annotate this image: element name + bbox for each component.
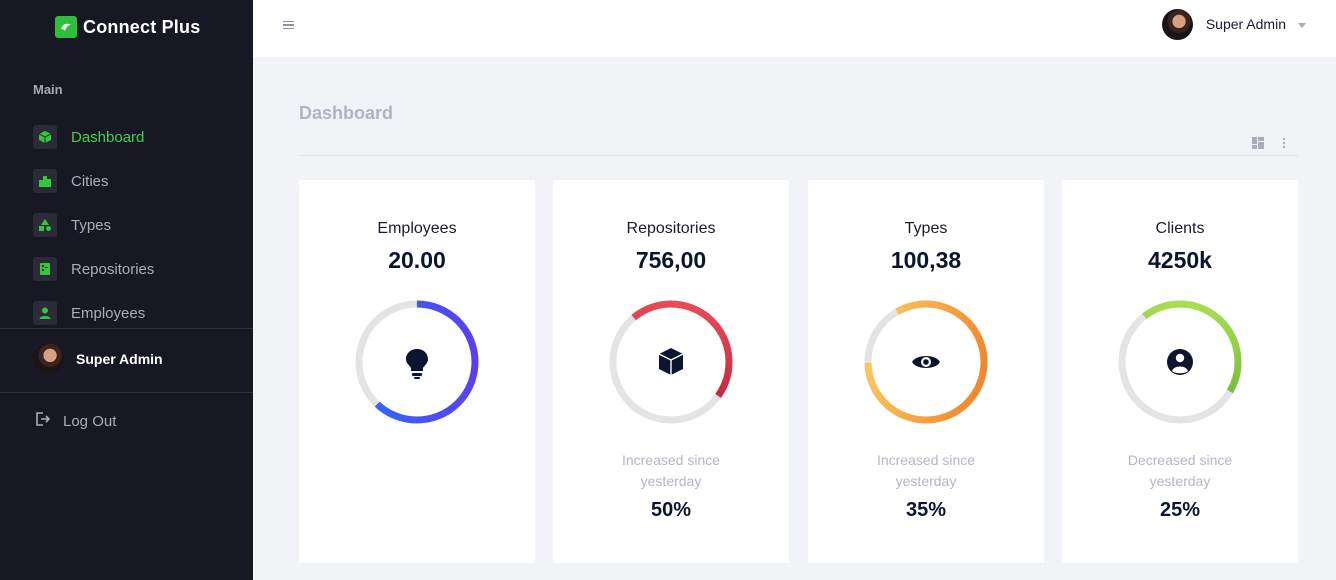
leaf-icon [55,16,77,38]
avatar [1161,8,1193,40]
stat-card-employees: Employees 20.00 [299,180,535,563]
sidebar-item-dashboard[interactable]: Dashboard [33,115,243,159]
user-name: Super Admin [1205,16,1286,32]
card-title: Repositories [626,220,716,237]
sidebar-item-types[interactable]: Types [33,203,243,247]
progress-ring [1118,300,1242,424]
logout-label: Log Out [63,413,117,430]
stat-card-clients: Clients 4250k Decreased since yesterday … [1062,180,1298,563]
city-icon [33,169,57,193]
section-label: Main [33,82,63,97]
user-icon [33,301,57,325]
dashboard-layout-icon[interactable] [1252,136,1264,154]
card-percent: 35% [905,499,947,521]
logout-icon [33,410,51,433]
eye-icon [912,356,940,368]
card-value: 4250k [1148,247,1212,273]
card-percent: 25% [1159,499,1201,521]
stats-cards: Employees 20.00 Repositories 756,00 Incr… [299,180,1298,563]
topbar: Super Admin [253,0,1336,57]
sidebar-nav: Dashboard Cities Types Repositories Empl… [33,115,243,335]
sidebar-divider [0,328,253,329]
card-value: 756,00 [635,247,707,273]
logout-button[interactable]: Log Out [33,410,116,433]
stat-card-repositories: Repositories 756,00 Increased since yest… [553,180,789,563]
page-actions [1252,136,1286,154]
shapes-icon [33,213,57,237]
page-title: Dashboard [299,103,394,123]
caption-line: Decreased since [1127,452,1233,468]
user-circle-icon [1167,349,1193,375]
card-percent: 50% [650,499,692,521]
sidebar-item-label: Repositories [71,260,155,278]
sidebar-item-label: Cities [71,172,109,190]
card-value: 100,38 [890,247,962,273]
progress-ring [609,300,733,424]
caption-line: yesterday [895,473,957,489]
profile-name: Super Admin [76,350,163,367]
sidebar-item-label: Employees [71,304,146,322]
sidebar-item-label: Dashboard [71,128,145,146]
caption-line: Increased since [876,452,976,468]
card-title: Types [904,220,948,237]
avatar [33,343,64,374]
box-icon [658,348,684,375]
card-caption: Decreased since yesterday [1062,450,1298,492]
repository-icon [33,257,57,281]
sidebar: Connect Plus Main Dashboard Cities Types [0,0,253,580]
caption-line: Increased since [621,452,721,468]
sidebar-item-repositories[interactable]: Repositories [33,247,243,291]
card-title: Employees [377,220,457,237]
page-divider [299,155,1298,156]
sidebar-item-cities[interactable]: Cities [33,159,243,203]
user-menu[interactable]: Super Admin [1161,8,1306,40]
sidebar-item-label: Types [71,216,112,234]
caption-line: yesterday [1149,473,1211,489]
sidebar-profile[interactable]: Super Admin [33,343,163,374]
chevron-down-icon [1298,23,1306,28]
cube-icon [33,125,57,149]
brand[interactable]: Connect Plus [55,15,200,39]
card-value: 20.00 [388,247,446,273]
menu-toggle-icon[interactable] [283,18,297,32]
card-title: Clients [1155,220,1205,237]
more-vertical-icon[interactable] [1282,136,1286,154]
progress-ring [355,300,479,424]
card-caption: Increased since yesterday [553,450,789,492]
stat-card-types: Types 100,38 Increased since yesterday 3… [808,180,1044,563]
progress-ring [864,300,988,424]
lightbulb-icon [406,349,428,379]
card-caption: Increased since yesterday [808,450,1044,492]
caption-line: yesterday [640,473,702,489]
brand-name: Connect Plus [83,16,201,37]
sidebar-divider [0,392,253,393]
